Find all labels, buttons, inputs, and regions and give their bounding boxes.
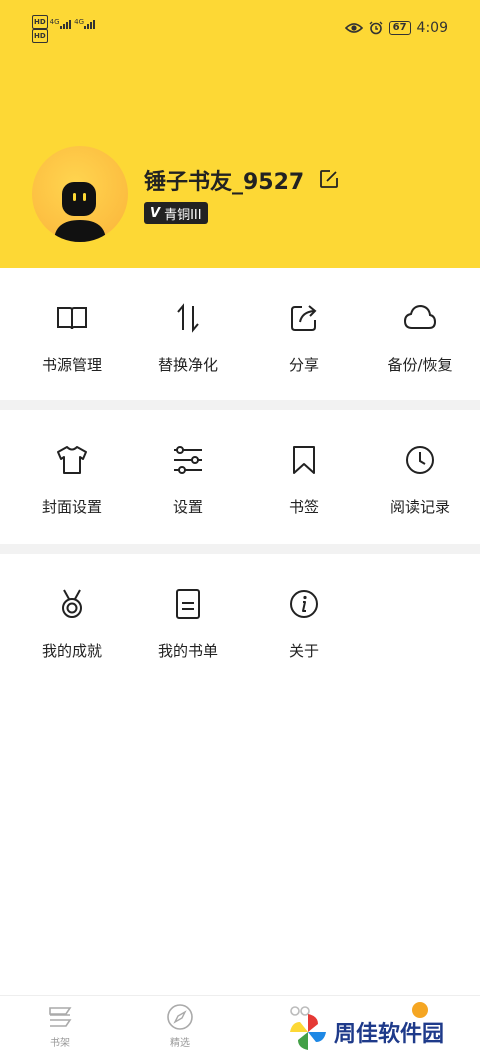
menu-item-bookmarks[interactable]: 书签 [248, 410, 360, 522]
menu-item-cover-settings[interactable]: 封面设置 [16, 410, 128, 522]
menu-item-settings[interactable]: 设置 [132, 410, 244, 522]
menu-item-about[interactable]: 关于 [248, 554, 360, 666]
username: 锤子书友_9527 [144, 170, 305, 195]
tab-label: 书架 [50, 1038, 70, 1049]
menu-item-label: 书源管理 [41, 356, 102, 374]
level-badge-label: 青铜III [164, 207, 202, 223]
signal-icon [84, 17, 96, 29]
menu-item-label: 关于 [288, 642, 319, 660]
section-divider [0, 544, 480, 554]
menu-item-label: 我的成就 [41, 642, 102, 660]
menu-item-booklist[interactable]: 我的书单 [132, 554, 244, 666]
shirt-icon [57, 446, 87, 474]
signal-icon [59, 17, 72, 29]
profile-header: HD 4G 4G HD 67 4:09 锤子书友_9527 V 青铜III [0, 0, 480, 268]
menu-item-label: 分享 [288, 356, 319, 374]
menu-item-replace-clean[interactable]: 替换净化 [132, 268, 244, 380]
edit-icon[interactable] [318, 168, 340, 190]
tab-label: 精选 [170, 1038, 190, 1049]
menu-item-achievements[interactable]: 我的成就 [16, 554, 128, 666]
menu-item-label: 我的书单 [157, 642, 218, 660]
menu-item-reading-history[interactable]: 阅读记录 [364, 410, 476, 522]
menu-item-label: 封面设置 [41, 498, 102, 516]
medal-icon [62, 589, 82, 618]
alarm-icon [369, 21, 383, 35]
share-icon [291, 305, 317, 331]
level-badge-mark: V [150, 205, 161, 221]
signal-indicators: HD 4G 4G HD [32, 15, 96, 43]
battery-indicator: 67 [388, 21, 411, 35]
menu-item-backup-restore[interactable]: 备份/恢复 [364, 268, 476, 380]
bookshelf-icon [49, 1007, 72, 1027]
level-badge: V 青铜III [144, 202, 208, 224]
hd-badge: HD [32, 15, 48, 29]
watermark: 周佳软件园 [288, 1012, 444, 1052]
avatar[interactable] [32, 146, 128, 242]
info-icon [290, 590, 318, 618]
booklist-icon [176, 589, 200, 619]
sliders-icon [174, 446, 202, 474]
watermark-text: 周佳软件园 [334, 1022, 445, 1047]
network-label: 4G [49, 18, 60, 26]
menu-section-2: 封面设置 设置 书签 阅读记录 [0, 410, 480, 544]
swap-vertical-icon [177, 303, 199, 333]
eye-icon [344, 23, 363, 33]
menu-section-3: 我的成就 我的书单 关于 [0, 554, 480, 994]
cloud-icon [403, 304, 437, 329]
menu-item-label: 阅读记录 [389, 498, 450, 516]
clock-icon [406, 446, 434, 474]
menu-item-label: 书签 [288, 498, 319, 516]
status-right: 67 4:09 [344, 20, 448, 36]
status-bar: HD 4G 4G HD 67 4:09 [0, 0, 480, 60]
tab-bookshelf[interactable]: 书架 [20, 1002, 100, 1049]
network-label: 4G [74, 18, 84, 26]
menu-item-book-source[interactable]: 书源管理 [16, 268, 128, 380]
menu-item-label: 设置 [172, 498, 203, 516]
menu-item-label: 替换净化 [157, 356, 218, 374]
section-divider [0, 400, 480, 410]
robot-avatar-icon [54, 182, 106, 242]
menu-item-share[interactable]: 分享 [248, 268, 360, 380]
clock-time: 4:09 [416, 20, 448, 36]
compass-icon [167, 1004, 193, 1030]
hd-badge: HD [32, 29, 48, 43]
book-open-icon [57, 307, 87, 330]
menu-section-1: 书源管理 替换净化 分享 备份/恢复 [0, 268, 480, 400]
tab-featured[interactable]: 精选 [140, 1002, 220, 1049]
pinwheel-logo-icon [290, 1014, 326, 1050]
menu-item-label: 备份/恢复 [387, 356, 453, 374]
bookmark-icon [293, 446, 315, 474]
